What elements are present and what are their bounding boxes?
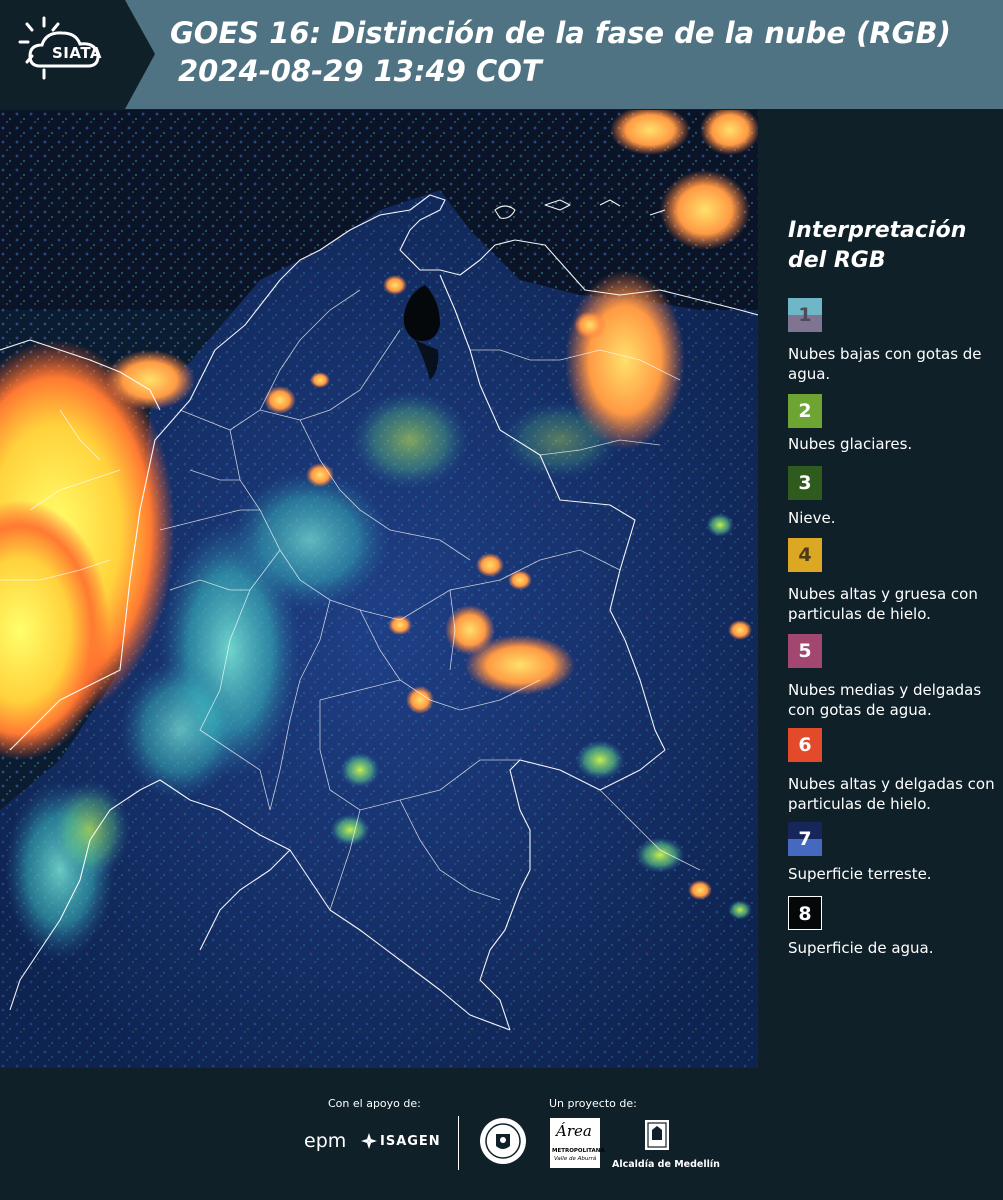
legend-label-8: Superficie de agua. <box>788 939 934 957</box>
legend-title-line2: del RGB <box>788 248 886 273</box>
legend-swatch-3: 3 <box>788 466 822 500</box>
footer-divider <box>458 1116 459 1170</box>
project-label: Un proyecto de: <box>549 1097 637 1110</box>
legend-title: Interpretación del RGB <box>788 216 998 276</box>
isagen-label: ISAGEN <box>380 1134 441 1149</box>
legend-swatch-2: 2 <box>788 394 822 428</box>
area-metropolitana-subtitle: METROPOLITANA <box>552 1148 605 1154</box>
legend-swatch-8: 8 <box>788 896 822 930</box>
antioquia-seal-icon <box>478 1116 528 1166</box>
area-metropolitana-logo: Área METROPOLITANA Valle de Aburrá <box>550 1118 605 1168</box>
siata-logo: SIATA <box>0 0 155 109</box>
legend-label-1: Nubes bajas con gotas de agua. <box>788 345 982 383</box>
satellite-map <box>0 110 758 1068</box>
medellin-crest-icon <box>645 1120 669 1150</box>
isagen-icon <box>361 1133 377 1149</box>
legend-label-6: Nubes altas y delgadas con particulas de… <box>788 775 995 813</box>
page-timestamp: 2024-08-29 13:49 COT <box>178 54 542 88</box>
area-metropolitana-tagline: Valle de Aburrá <box>554 1156 597 1162</box>
page-title: GOES 16: Distinción de la fase de la nub… <box>170 16 951 50</box>
header-bar: SIATA GOES 16: Distinción de la fase de … <box>0 0 1003 109</box>
area-metropolitana-title: Área <box>556 1122 592 1140</box>
legend-label-2: Nubes glaciares. <box>788 435 913 453</box>
legend-swatch-1: 1 <box>788 298 822 332</box>
alcaldia-label: Alcaldía de Medellín <box>612 1159 720 1170</box>
legend-label-5: Nubes medias y delgadas con gotas de agu… <box>788 681 982 719</box>
logo-text: SIATA <box>52 44 103 62</box>
legend-swatch-5: 5 <box>788 634 822 668</box>
legend-label-4: Nubes altas y gruesa con particulas de h… <box>788 585 978 623</box>
footer: Con el apoyo de: Un proyecto de: epm ISA… <box>0 1068 1003 1200</box>
epm-logo: epm <box>304 1130 347 1152</box>
support-label: Con el apoyo de: <box>328 1097 421 1110</box>
legend-swatch-4: 4 <box>788 538 822 572</box>
legend-label-3: Nieve. <box>788 509 836 527</box>
legend-title-line1: Interpretación <box>788 218 967 243</box>
legend-swatch-6: 6 <box>788 728 822 762</box>
alcaldia-medellin-logo: Alcaldía de Medellín <box>612 1118 720 1178</box>
legend-panel: Interpretación del RGB 1 Nubes bajas con… <box>760 110 1003 1068</box>
legend-swatch-7: 7 <box>788 822 822 856</box>
satellite-rgb-image <box>0 110 758 1068</box>
legend-label-7: Superficie terreste. <box>788 865 932 883</box>
isagen-logo: ISAGEN <box>360 1132 440 1152</box>
